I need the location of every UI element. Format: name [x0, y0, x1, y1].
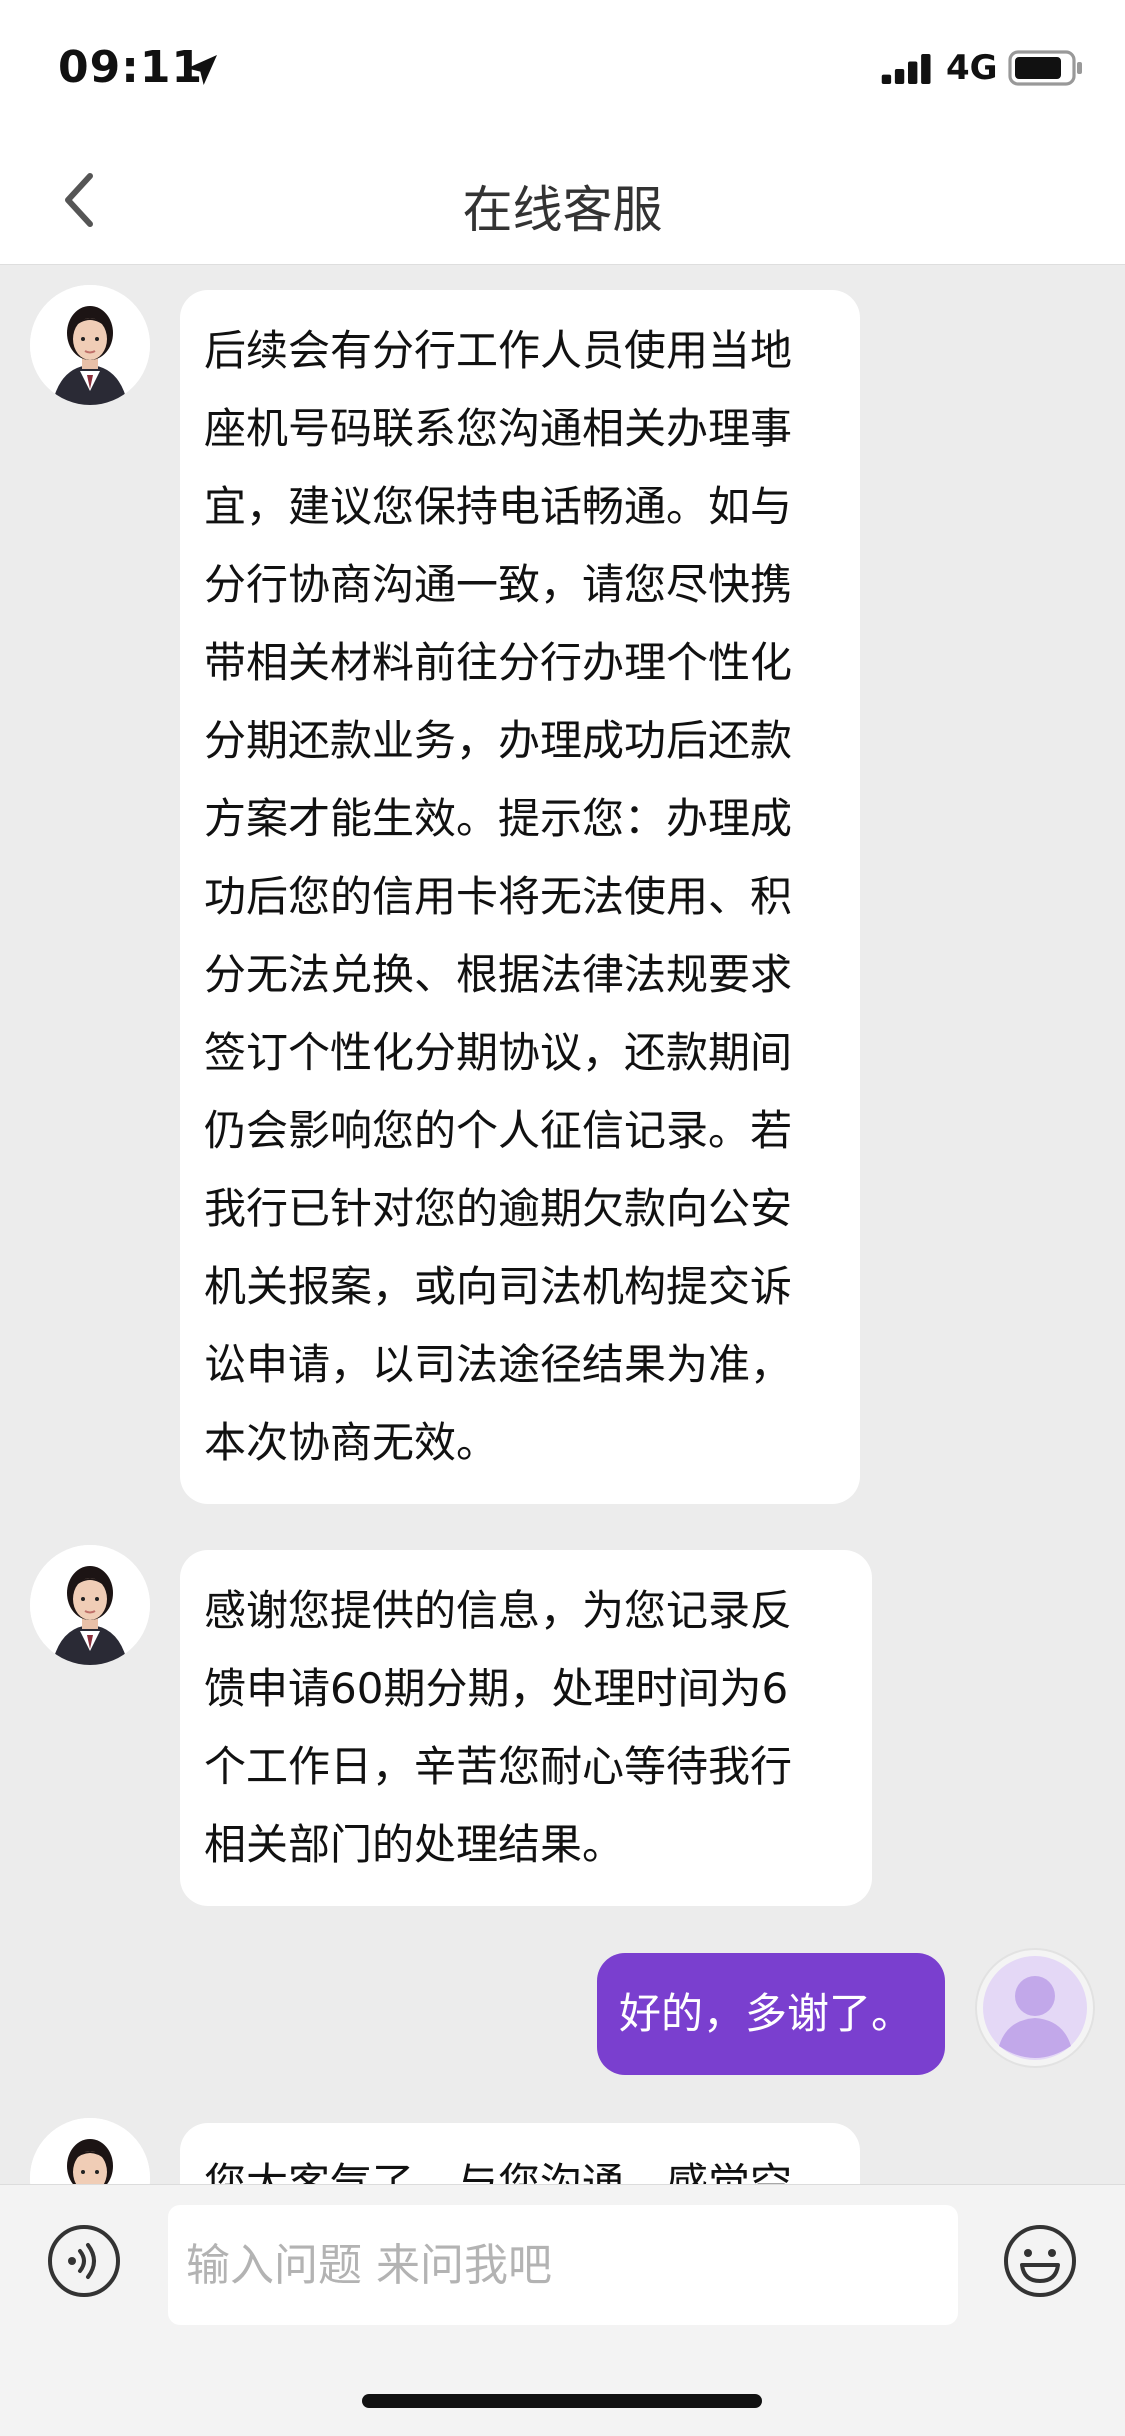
message-input[interactable] — [168, 2205, 958, 2325]
home-area — [0, 2354, 1125, 2436]
location-arrow-icon — [187, 55, 217, 85]
user-message-bubble: 好的，多谢了。 — [597, 1953, 945, 2075]
voice-icon[interactable] — [44, 2221, 124, 2301]
nav-bar: 在线客服 — [0, 140, 1125, 265]
agent-message-bubble: 感谢您提供的信息，为您记录反 馈申请60期分期，处理时间为6 个工作日，辛苦您耐… — [180, 1550, 872, 1906]
signal-icon — [881, 54, 931, 84]
agent-message-bubble: 您太客气了，与您沟通，感觉空 — [180, 2123, 860, 2185]
status-bar: 09:11 4G — [0, 0, 1125, 140]
emoji-icon[interactable] — [1000, 2221, 1080, 2301]
agent-avatar-icon — [30, 2118, 150, 2185]
home-indicator[interactable] — [362, 2394, 762, 2408]
user-avatar — [975, 1948, 1095, 2068]
input-bar — [0, 2184, 1125, 2355]
agent-avatar — [30, 2118, 150, 2185]
network-type: 4G — [946, 48, 998, 88]
agent-message-bubble: 后续会有分行工作人员使用当地 座机号码联系您沟通相关办理事 宜，建议您保持电话畅… — [180, 290, 860, 1504]
page-title: 在线客服 — [462, 181, 663, 239]
chat-area[interactable]: 后续会有分行工作人员使用当地 座机号码联系您沟通相关办理事 宜，建议您保持电话畅… — [0, 265, 1125, 2185]
agent-avatar — [30, 285, 150, 405]
agent-avatar-icon — [30, 1545, 150, 1665]
battery-icon — [1008, 50, 1082, 86]
agent-avatar-icon — [30, 285, 150, 405]
user-avatar-icon — [983, 1956, 1087, 2060]
agent-avatar — [30, 1545, 150, 1665]
